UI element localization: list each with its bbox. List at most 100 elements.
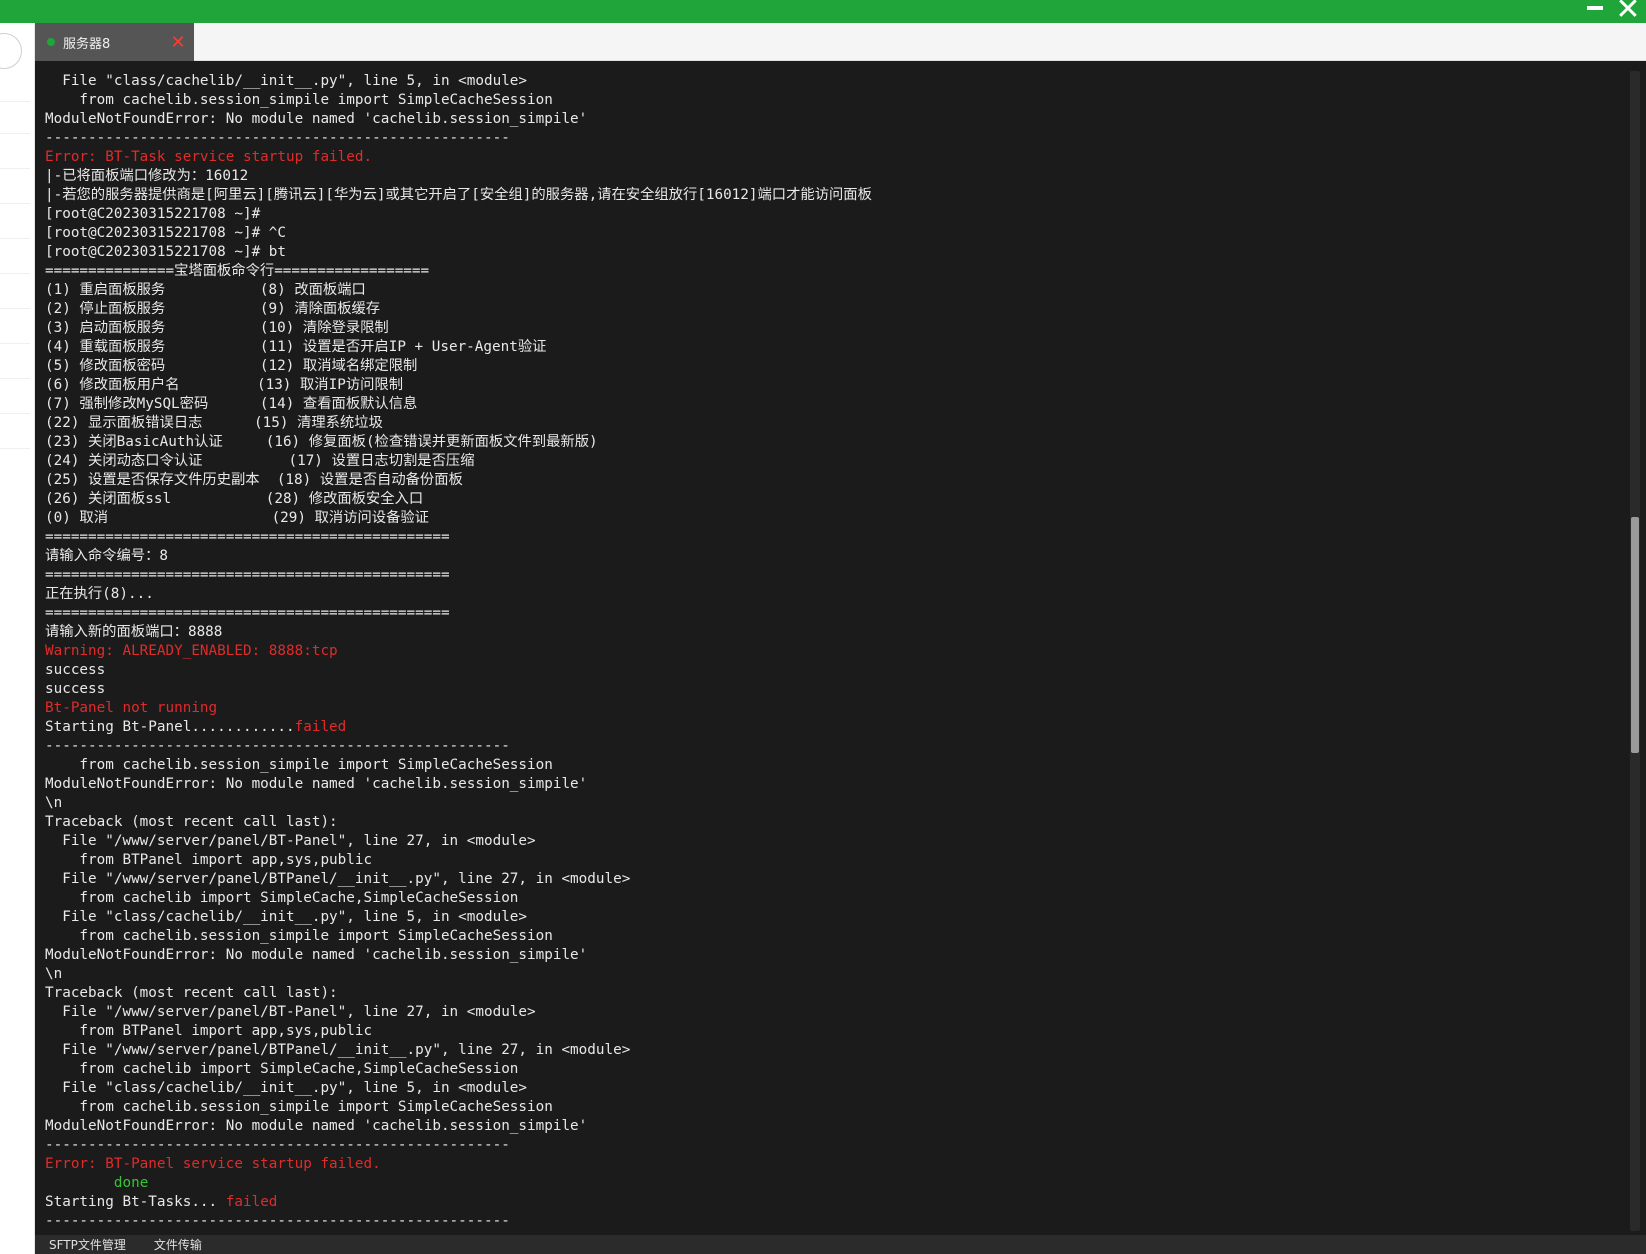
terminal-text-segment: from cachelib import SimpleCache,SimpleC… <box>45 890 519 906</box>
tab-close-icon[interactable]: ✕ <box>168 32 188 53</box>
terminal-line: from BTPanel import app,sys,public <box>45 851 872 870</box>
terminal-line: [root@C20230315221708 ~]# bt <box>45 243 872 262</box>
terminal-line: ModuleNotFoundError: No module named 'ca… <box>45 775 872 794</box>
terminal-text-segment: ========================================… <box>45 529 450 545</box>
terminal-line: ModuleNotFoundError: No module named 'ca… <box>45 946 872 965</box>
terminal-text-segment: [root@C20230315221708 ~]# ^C <box>45 225 287 241</box>
file-transfer-tab[interactable]: 文件传输 <box>140 1236 216 1253</box>
terminal-text-segment: ----------------------------------------… <box>45 1213 510 1229</box>
sidebar-divider <box>0 133 30 134</box>
terminal-text-segment: File "/www/server/panel/BT-Panel", line … <box>45 833 536 849</box>
terminal-line: ===============宝塔面板命令行================== <box>45 262 872 281</box>
terminal-text-segment: ========================================… <box>45 567 450 583</box>
terminal-scrollbar[interactable] <box>1630 71 1640 1231</box>
terminal-text-segment: (6) 修改面板用户名 (13) 取消IP访问限制 <box>45 377 404 393</box>
terminal-line: File "class/cachelib/__init__.py", line … <box>45 72 872 91</box>
terminal-line: (6) 修改面板用户名 (13) 取消IP访问限制 <box>45 376 872 395</box>
terminal-text-segment: Traceback (most recent call last): <box>45 985 338 1001</box>
terminal-line: (1) 重启面板服务 (8) 改面板端口 <box>45 281 872 300</box>
bottom-toolbar: SFTP文件管理 文件传输 <box>35 1235 1646 1254</box>
terminal-text-segment: [root@C20230315221708 ~]# <box>45 206 261 222</box>
terminal-text-segment: (4) 重载面板服务 (11) 设置是否开启IP + User-Agent验证 <box>45 339 547 355</box>
scrollbar-thumb[interactable] <box>1631 517 1639 753</box>
terminal-line: [root@C20230315221708 ~]# ^C <box>45 224 872 243</box>
sidebar-divider <box>0 308 30 309</box>
terminal-line: Warning: ALREADY_ENABLED: 8888:tcp <box>45 642 872 661</box>
minimize-icon[interactable] <box>1582 0 1608 22</box>
terminal-line: 请输入命令编号：8 <box>45 547 872 566</box>
terminal-line: Starting Bt-Panel............failed <box>45 718 872 737</box>
terminal-text-segment: |-已将面板端口修改为：16012 <box>45 168 249 184</box>
terminal-text-segment: (7) 强制修改MySQL密码 (14) 查看面板默认信息 <box>45 396 418 412</box>
terminal-line: done <box>45 1174 872 1193</box>
terminal-text-segment: ===============宝塔面板命令行================== <box>45 263 430 279</box>
tab-label: 服务器8 <box>63 36 111 52</box>
terminal-line: File "/www/server/panel/BTPanel/__init__… <box>45 870 872 889</box>
terminal-text-segment: File "class/cachelib/__init__.py", line … <box>45 73 528 89</box>
sidebar-divider <box>0 413 30 414</box>
terminal-text-segment: 请输入新的面板端口：8888 <box>45 624 223 640</box>
sftp-file-manager-tab[interactable]: SFTP文件管理 <box>35 1236 140 1253</box>
terminal-line: Traceback (most recent call last): <box>45 984 872 1003</box>
terminal-text-segment: ModuleNotFoundError: No module named 'ca… <box>45 111 588 127</box>
terminal-text-segment: ----------------------------------------… <box>45 738 510 754</box>
terminal-line: File "/www/server/panel/BTPanel/__init__… <box>45 1041 872 1060</box>
terminal-line: |-已将面板端口修改为：16012 <box>45 167 872 186</box>
terminal-line: ========================================… <box>45 604 872 623</box>
tab-server8[interactable]: 服务器8 ✕ <box>35 23 194 61</box>
terminal-text-segment: Error: BT-Panel service startup failed. <box>45 1156 381 1172</box>
terminal-line: File "class/cachelib/__init__.py", line … <box>45 1079 872 1098</box>
terminal-output[interactable]: File "class/cachelib/__init__.py", line … <box>35 61 1646 1235</box>
sidebar-divider <box>0 238 30 239</box>
terminal-line: from cachelib.session_simpile import Sim… <box>45 927 872 946</box>
terminal-line: File "/www/server/panel/BT-Panel", line … <box>45 1003 872 1022</box>
terminal-line: (3) 启动面板服务 (10) 清除登录限制 <box>45 319 872 338</box>
terminal-line: success <box>45 661 872 680</box>
terminal-line: [root@C20230315221708 ~]# <box>45 205 872 224</box>
sidebar-divider <box>0 448 30 449</box>
terminal-line: |-若您的服务器提供商是[阿里云][腾讯云][华为云]或其它开启了[安全组]的服… <box>45 186 872 205</box>
close-icon[interactable]: ✕ <box>1614 0 1642 25</box>
terminal-text-segment: (2) 停止面板服务 (9) 清除面板缓存 <box>45 301 381 317</box>
terminal-line: from cachelib.session_simpile import Sim… <box>45 1098 872 1117</box>
terminal-line: ----------------------------------------… <box>45 129 872 148</box>
terminal-text-segment: done <box>113 1175 149 1191</box>
terminal-line: File "class/cachelib/__init__.py", line … <box>45 908 872 927</box>
terminal-text-segment: ModuleNotFoundError: No module named 'ca… <box>45 1118 588 1134</box>
terminal-text-segment: File "/www/server/panel/BTPanel/__init__… <box>45 871 631 887</box>
terminal-line: ModuleNotFoundError: No module named 'ca… <box>45 110 872 129</box>
terminal-text-segment: from BTPanel import app,sys,public <box>45 852 373 868</box>
sidebar-divider <box>0 101 30 102</box>
sidebar-divider <box>0 273 30 274</box>
terminal-text-segment: (22) 显示面板错误日志 (15) 清理系统垃圾 <box>45 415 383 431</box>
terminal-text-segment: Traceback (most recent call last): <box>45 814 338 830</box>
terminal-line: 正在执行(8)... <box>45 585 872 604</box>
terminal-text-segment: 正在执行(8)... <box>45 586 154 602</box>
terminal-text-segment: failed <box>294 719 347 735</box>
terminal-line: \n <box>45 794 872 813</box>
terminal-line: File "/www/server/panel/BT-Panel", line … <box>45 832 872 851</box>
window-titlebar: ✕ <box>0 0 1646 25</box>
terminal-line: ----------------------------------------… <box>45 737 872 756</box>
sidebar-divider <box>0 343 30 344</box>
terminal-text-segment: (26) 关闭面板ssl (28) 修改面板安全入口 <box>45 491 424 507</box>
terminal-text-segment: 请输入命令编号：8 <box>45 548 168 564</box>
terminal-line: from cachelib.session_simpile import Sim… <box>45 91 872 110</box>
terminal-text-segment: File "class/cachelib/__init__.py", line … <box>45 909 528 925</box>
terminal-text-segment: ----------------------------------------… <box>45 130 510 146</box>
terminal-text-segment: Warning: ALREADY_ENABLED: 8888:tcp <box>45 643 338 659</box>
left-sidebar-strip <box>0 23 35 1254</box>
sidebar-circle-button[interactable] <box>0 33 22 69</box>
terminal-text-segment: Starting Bt-Tasks... <box>45 1194 226 1210</box>
terminal-text-segment: ----------------------------------------… <box>45 1137 510 1153</box>
connection-status-icon <box>47 38 55 46</box>
terminal-text-segment: [root@C20230315221708 ~]# bt <box>45 244 287 260</box>
terminal-line: \n <box>45 965 872 984</box>
terminal-text-segment: success <box>45 681 106 697</box>
terminal-line: (25) 设置是否保存文件历史副本 (18) 设置是否自动备份面板 <box>45 471 872 490</box>
terminal-line: from BTPanel import app,sys,public <box>45 1022 872 1041</box>
terminal-text-segment: (3) 启动面板服务 (10) 清除登录限制 <box>45 320 389 336</box>
terminal-line: from cachelib.session_simpile import Sim… <box>45 756 872 775</box>
terminal-text-segment: ModuleNotFoundError: No module named 'ca… <box>45 776 588 792</box>
terminal-line: ----------------------------------------… <box>45 1212 872 1231</box>
